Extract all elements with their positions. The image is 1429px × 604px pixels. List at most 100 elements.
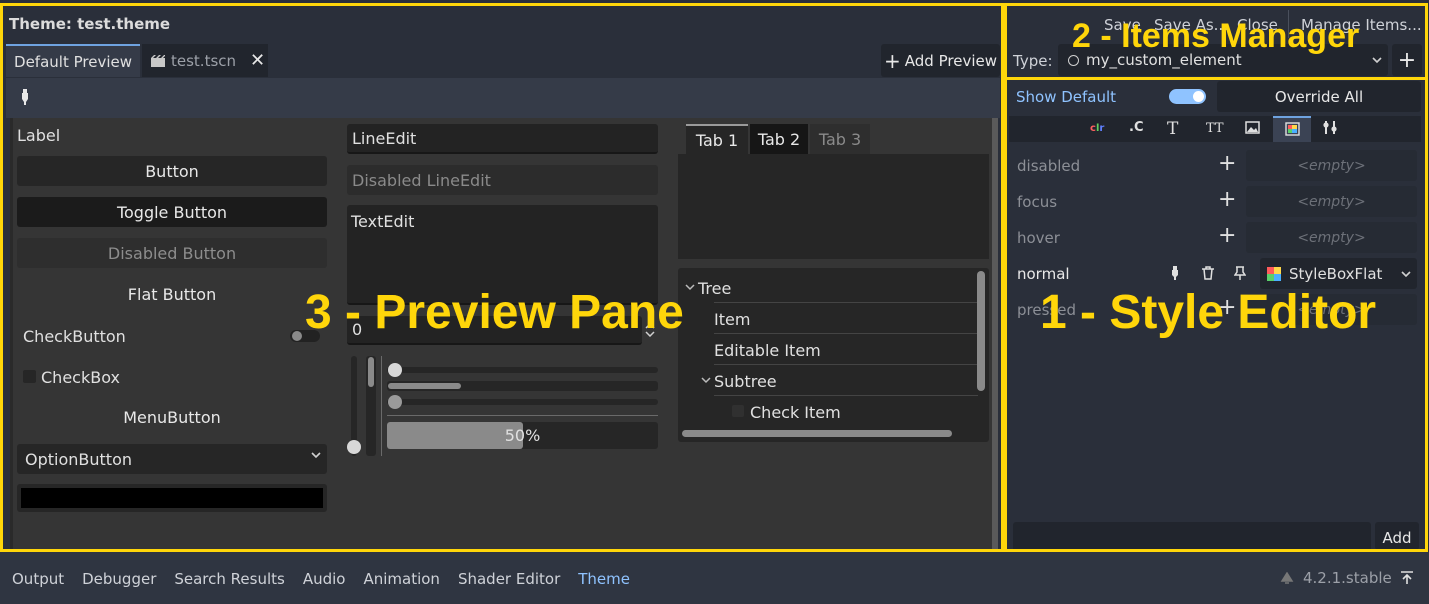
button-preview[interactable]: Button [17,156,327,186]
preview-tab-2-label: Tab 2 [757,129,801,149]
picker-icon[interactable] [20,89,30,105]
tree-horizontal-scrollbar[interactable] [682,430,952,437]
tree-root-chevron-icon[interactable] [685,283,695,291]
tree-vertical-scrollbar[interactable] [977,271,985,391]
node-circle-icon [1068,54,1079,66]
add-override-focus-icon[interactable]: + [1218,189,1236,211]
add-override-hover-icon[interactable]: + [1218,225,1236,247]
tree-checkbox[interactable] [732,405,744,417]
bottom-tab-output[interactable]: Output [12,570,64,588]
switch-knob [292,331,302,341]
plus-icon: + [1397,47,1417,73]
horizontal-separator [387,415,658,416]
disabled-slider [387,399,658,405]
plus-icon: + [884,48,901,73]
checkbox-box[interactable] [23,370,36,383]
label-preview: Label [17,126,61,145]
preview-tab-1[interactable]: Tab 1 [686,124,748,154]
toggle-button-preview[interactable]: Toggle Button [17,197,327,227]
tab-container [678,154,989,259]
style-value-focus[interactable]: <empty> [1246,186,1417,217]
tree-subtree[interactable]: Subtree [714,372,777,391]
style-value-hover[interactable]: <empty> [1246,222,1417,253]
tree-line [714,302,978,303]
preview-toolbar [6,78,1000,118]
stylebox-tab-icon [1285,122,1300,136]
line-edit-preview[interactable]: LineEdit [347,124,658,154]
menu-button-preview[interactable]: MenuButton [17,402,327,432]
new-item-input[interactable] [1013,522,1371,550]
constant-tab-icon[interactable]: .C [1129,120,1143,135]
tab-default-preview[interactable]: Default Preview [6,44,140,77]
theme-editor: Theme: test.theme Default Preview test.t… [0,0,1429,604]
add-preview-button[interactable]: + Add Preview [881,44,1000,77]
disabled-slider-grabber [388,395,402,409]
bottom-tabs: Output Debugger Search Results Audio Ani… [12,570,630,588]
color-tab-icon[interactable]: clr [1090,123,1104,134]
add-override-disabled-icon[interactable]: + [1218,153,1236,175]
preview-tab-2[interactable]: Tab 2 [750,124,808,154]
color-swatch [21,488,323,508]
tree-check-item[interactable]: Check Item [750,403,841,422]
font-size-tab-icon[interactable]: TT [1206,121,1224,136]
bottom-tab-search-results[interactable]: Search Results [174,570,284,588]
chevron-down-icon [311,451,321,459]
horizontal-scrollbar-grabber[interactable] [388,383,461,389]
tree-item[interactable]: Item [714,310,750,329]
bottom-tab-shader-editor[interactable]: Shader Editor [458,570,560,588]
tab-test-tscn[interactable]: test.tscn ✕ [142,44,268,77]
icon-tab-icon[interactable] [1245,121,1260,134]
type-variation-tab-icon[interactable] [1323,120,1338,135]
pin-icon[interactable] [1234,266,1246,280]
style-item-normal: normal [1017,265,1070,283]
close-icon[interactable]: ✕ [250,50,265,71]
override-all-button[interactable]: Override All [1217,81,1421,112]
checkbox-label[interactable]: CheckBox [41,368,120,387]
bottom-tab-audio[interactable]: Audio [303,570,346,588]
style-item-disabled: disabled [1017,157,1081,175]
tree-subtree-chevron-icon[interactable] [701,376,711,384]
notification-icon[interactable] [1280,572,1294,586]
color-picker-button[interactable] [17,484,327,512]
preview-pane-overlay-label: 3 - Preview Pane [305,286,684,339]
stylebox-tab[interactable] [1273,116,1311,142]
option-button-label: OptionButton [25,449,132,469]
edit-icon[interactable] [1172,266,1178,280]
check-button-label[interactable]: CheckButton [23,327,126,346]
bottom-tab-animation[interactable]: Animation [363,570,439,588]
font-tab-icon[interactable]: T [1167,119,1178,139]
show-default-label[interactable]: Show Default [1016,88,1116,106]
expand-panel-icon[interactable] [1400,571,1414,585]
chevron-down-icon [1372,56,1382,64]
tree-line [714,395,978,396]
window-title: Theme: test.theme [9,15,171,33]
toggle-knob [1193,91,1204,102]
flat-button-preview[interactable]: Flat Button [17,279,327,309]
tab-default-preview-label: Default Preview [14,52,132,71]
tree-root[interactable]: Tree [698,279,731,298]
bottom-tab-theme[interactable]: Theme [578,570,630,588]
items-manager-overlay-label: 2 - Items Manager [1072,17,1360,55]
add-type-button[interactable]: + [1392,44,1422,76]
style-editor-overlay-label: 1 - Style Editor [1040,286,1377,339]
add-item-button[interactable]: Add [1375,522,1419,550]
chevron-down-icon [1401,270,1411,278]
vertical-scrollbar-grabber[interactable] [368,357,374,387]
add-item-label: Add [1382,529,1412,547]
preview-tab-3: Tab 3 [810,124,870,154]
horizontal-slider[interactable] [387,367,658,373]
vertical-slider-grabber[interactable] [347,440,361,454]
tab-test-tscn-label: test.tscn [171,51,237,70]
show-default-toggle[interactable] [1169,89,1206,104]
style-value-disabled[interactable]: <empty> [1246,150,1417,181]
tree-editable-item[interactable]: Editable Item [714,341,821,360]
horizontal-slider-grabber[interactable] [388,363,402,377]
scene-icon [151,54,165,67]
disabled-line-edit-preview: Disabled LineEdit [347,165,658,195]
bottom-tab-debugger[interactable]: Debugger [82,570,156,588]
trash-icon[interactable] [1201,266,1215,280]
tree-line [714,333,978,334]
option-button-preview[interactable]: OptionButton [17,444,327,474]
style-item-hover: hover [1017,229,1060,247]
line-edit-text: LineEdit [352,128,417,148]
